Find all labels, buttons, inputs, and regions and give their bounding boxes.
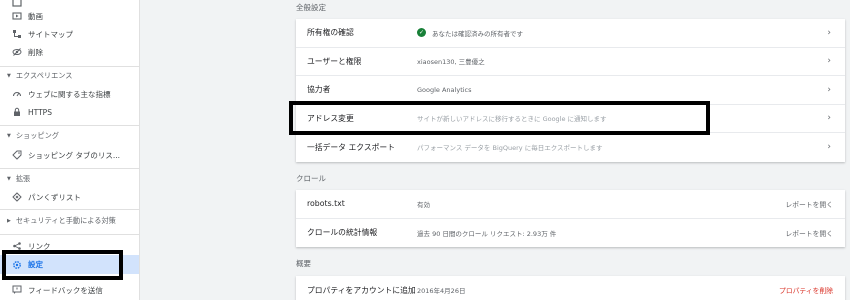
section-header-security[interactable]: ▶ セキュリティと手動による対策 [0,212,139,230]
chevron-right-icon: › [827,27,831,38]
row-add-property[interactable]: プロパティをアカウントに追加 2016年4月26日 プロパティを削除 [296,276,845,300]
row-value: Google Analytics [417,85,472,94]
chevron-right-icon: › [827,142,831,153]
sidebar-item-label: 動画 [28,11,43,21]
row-label: 一括データ エクスポート [307,142,396,152]
row-crawl-stats[interactable]: クロールの統計情報 過去 90 日間のクロール リクエスト: 2.93万 件 レ… [296,219,845,248]
section-title-general: 全般設定 [296,3,326,12]
sidebar-item-label: サイトマップ [28,29,73,39]
chevron-right-icon: › [827,56,831,67]
row-label: 所有権の確認 [307,28,354,38]
breadcrumb-icon [8,192,26,202]
remove-property-button[interactable]: プロパティを削除 [779,285,833,295]
feedback-icon [8,285,26,295]
sidebar-item-label: HTTPS [28,107,52,117]
row-robots-txt[interactable]: robots.txt 有効 レポートを開く [296,190,845,219]
main-content: 全般設定 所有権の確認 ✓ あなたは確認済みの所有者です › ユーザーと権限 x… [141,0,850,300]
sidebar-item-label: ウェブに関する主な指標 [28,89,111,99]
row-value: パフォーマンス データを BigQuery に毎日エクスポートします [417,144,603,153]
video-icon [8,11,26,21]
sidebar-item-sitemap[interactable]: サイトマップ [0,25,139,43]
sidebar-item-label: フィードバックを送信 [28,285,103,295]
open-report-button[interactable]: レポートを開く [785,228,833,238]
expand-triangle-icon: ▶ [7,218,11,224]
sidebar-item-https[interactable]: HTTPS [0,103,139,121]
sidebar-item-removals[interactable]: 削除 [0,43,139,61]
row-label: 協力者 [307,85,331,95]
section-title-crawl: クロール [296,174,326,183]
collapse-triangle-icon: ▼ [7,176,11,182]
sidebar-item-shopping-tab[interactable]: ショッピング タブのリス... [0,146,139,164]
row-ownership[interactable]: 所有権の確認 ✓ あなたは確認済みの所有者です › [296,19,845,48]
section-title-overview: 概要 [296,259,311,268]
row-label: ユーザーと権限 [307,56,362,66]
sidebar-item-label: ショッピング タブのリス... [28,150,121,160]
chevron-right-icon: › [827,113,831,124]
ownership-status: あなたは確認済みの所有者です [432,29,523,38]
web-vitals-icon [8,89,26,99]
row-value: 2016年4月26日 [417,287,466,296]
row-label: プロパティをアカウントに追加 [307,285,416,295]
row-value: ✓ あなたは確認済みの所有者です [417,28,523,38]
open-report-button[interactable]: レポートを開く [785,199,833,209]
section-header-label: 拡張 [15,174,31,183]
sitemap-icon [8,29,26,39]
section-header-experience[interactable]: ▼ エクスペリエンス [0,67,139,85]
chevron-right-icon: › [827,84,831,95]
divider [0,209,139,210]
removal-icon [8,47,26,57]
divider [0,234,139,235]
row-value: xiaosen130, 三豊優之 [417,58,485,67]
row-value: 過去 90 日間のクロール リクエスト: 2.93万 件 [417,229,557,238]
divider [0,168,139,169]
card-crawl: robots.txt 有効 レポートを開く クロールの統計情報 過去 90 日間… [296,190,845,247]
card-general: 所有権の確認 ✓ あなたは確認済みの所有者です › ユーザーと権限 xiaose… [296,19,845,162]
row-users-permissions[interactable]: ユーザーと権限 xiaosen130, 三豊優之 › [296,48,845,76]
section-header-shopping[interactable]: ▼ ショッピング [0,127,139,145]
sidebar-item-label: パンくずリスト [28,192,81,202]
sidebar-item-video[interactable]: 動画 [0,7,139,25]
collapse-triangle-icon: ▼ [7,73,11,79]
lock-icon [8,107,26,117]
section-header-label: セキュリティと手動による対策 [15,216,116,225]
sidebar-item-feedback[interactable]: フィードバックを送信 [0,281,139,299]
sidebar-item-breadcrumbs[interactable]: パンくずリスト [0,188,139,206]
sidebar-item-core-web-vitals[interactable]: ウェブに関する主な指標 [0,85,139,103]
section-header-label: エクスペリエンス [15,71,73,80]
verified-check-icon: ✓ [417,28,426,38]
tag-icon [8,150,26,160]
sidebar-item-label: 削除 [28,47,43,57]
row-bulk-data-export[interactable]: 一括データ エクスポート パフォーマンス データを BigQuery に毎日エク… [296,133,845,162]
section-header-enhancements[interactable]: ▼ 拡張 [0,170,139,188]
divider [0,125,139,126]
row-label: クロールの統計情報 [307,228,378,238]
row-value: 有効 [417,200,430,209]
section-header-label: ショッピング [15,131,59,140]
highlight-box-settings [2,250,123,280]
card-overview: プロパティをアカウントに追加 2016年4月26日 プロパティを削除 [296,276,845,300]
partial-icon [8,0,26,7]
row-label: robots.txt [307,199,345,209]
collapse-triangle-icon: ▼ [7,133,11,139]
highlight-box-change-of-address [289,101,710,135]
